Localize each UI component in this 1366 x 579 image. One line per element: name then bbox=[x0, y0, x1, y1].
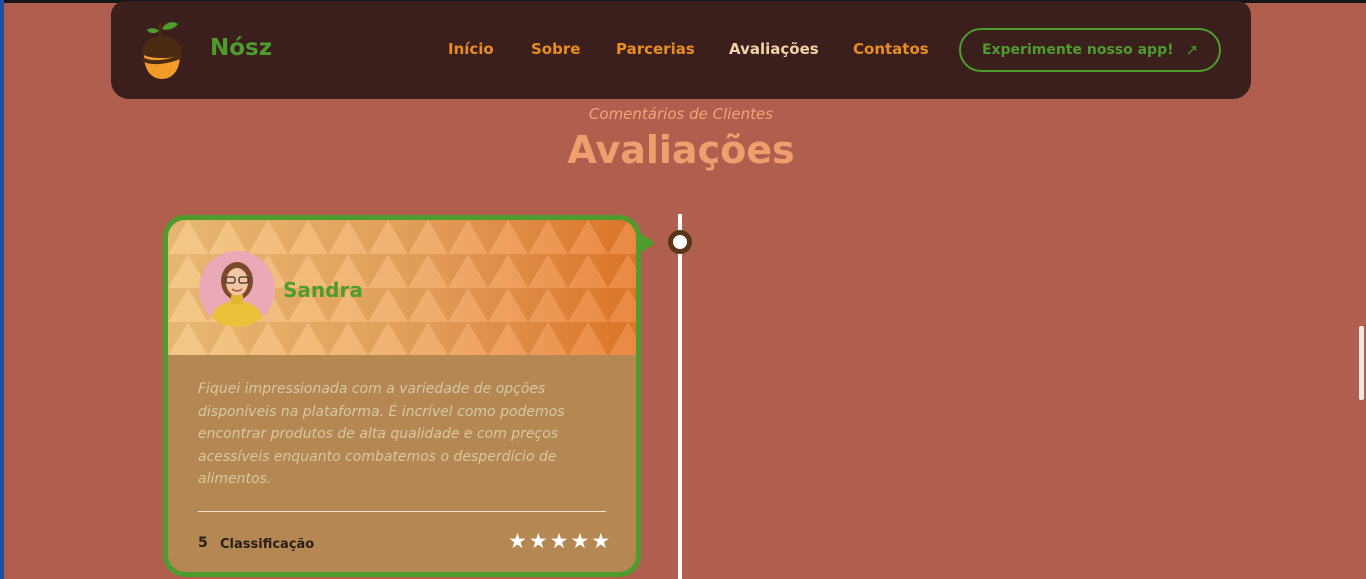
star-icon: ★ bbox=[528, 529, 548, 553]
arrow-up-right-icon: ↗ bbox=[1185, 41, 1199, 59]
brand-name[interactable]: Nósz bbox=[210, 35, 272, 61]
review-card: Sandra Fiquei impressionada com a varied… bbox=[163, 215, 641, 577]
try-app-button-label: Experimente nosso app! bbox=[981, 42, 1174, 58]
star-icon: ★ bbox=[508, 529, 527, 553]
reviewer-avatar bbox=[199, 251, 275, 327]
review-text: Fiquei impressionada com a variedade de … bbox=[198, 381, 565, 487]
navbar: Nósz Início Sobre Parcerias Avaliações C… bbox=[111, 1, 1251, 99]
star-icon: ★ bbox=[570, 529, 590, 553]
review-divider bbox=[198, 511, 606, 512]
timeline-line bbox=[678, 214, 682, 579]
nav-link-sobre[interactable]: Sobre bbox=[531, 40, 580, 58]
section-subtitle: Comentários de Clientes bbox=[588, 105, 774, 123]
section-title: Avaliações bbox=[567, 128, 795, 172]
nav-link-avaliacoes[interactable]: Avaliações bbox=[729, 40, 819, 58]
scrollbar-thumb[interactable] bbox=[1359, 326, 1364, 400]
rating-value: 5 bbox=[198, 535, 208, 551]
star-icon: ★ bbox=[549, 529, 569, 553]
nav-link-inicio[interactable]: Início bbox=[448, 40, 494, 58]
acorn-logo-icon[interactable] bbox=[137, 19, 187, 81]
try-app-button[interactable]: Experimente nosso app! ↗ bbox=[959, 28, 1221, 72]
rating-label: Classificação bbox=[220, 537, 315, 552]
reviewer-name: Sandra bbox=[283, 278, 363, 302]
window-left-edge bbox=[0, 0, 4, 579]
star-rating: ★ ★ ★ ★ ★ bbox=[508, 530, 610, 552]
nav-link-parcerias[interactable]: Parcerias bbox=[616, 40, 695, 58]
timeline-dot bbox=[668, 230, 692, 254]
review-card-header: Sandra bbox=[168, 220, 636, 355]
star-icon: ★ bbox=[591, 529, 611, 553]
nav-link-contatos[interactable]: Contatos bbox=[853, 40, 929, 58]
